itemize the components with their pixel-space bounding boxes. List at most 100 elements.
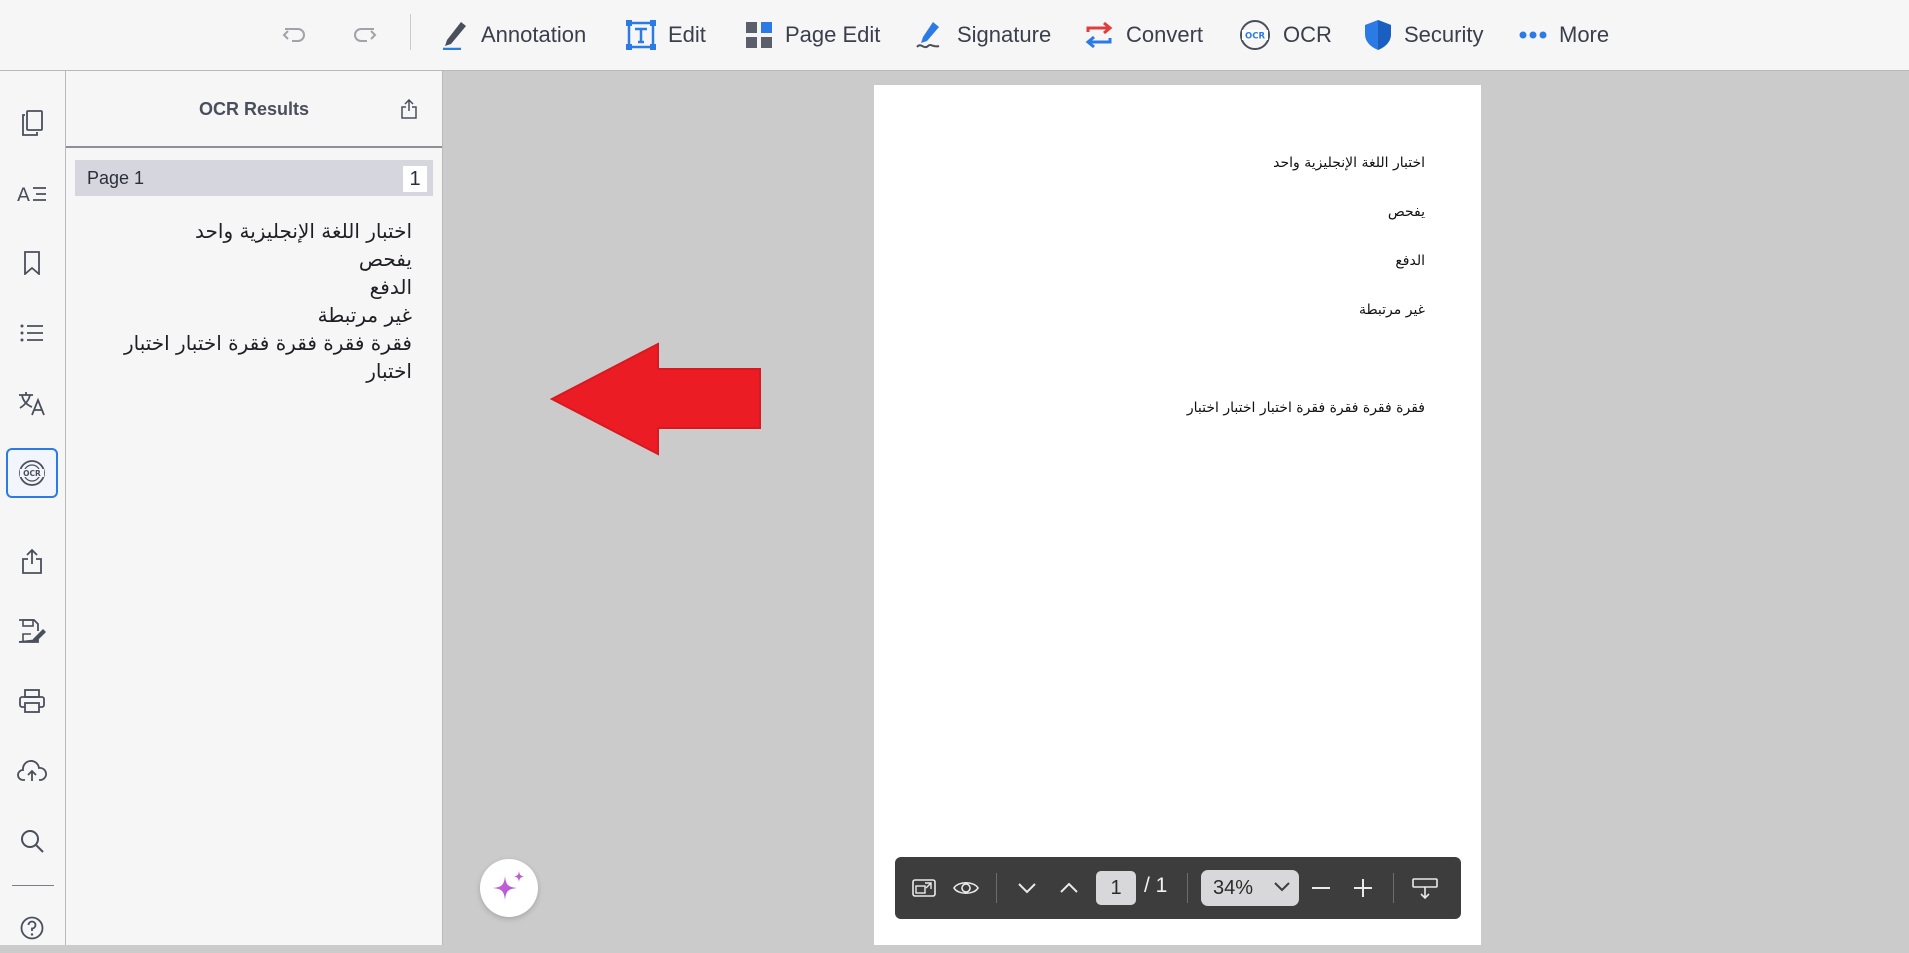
plus-icon bbox=[1354, 879, 1372, 897]
fit-screen-icon bbox=[912, 879, 936, 897]
ocr-label: OCR bbox=[1283, 22, 1332, 47]
document-text-line: غير مرتبطة bbox=[1358, 302, 1425, 318]
translate-icon bbox=[19, 392, 45, 416]
eye-icon bbox=[953, 881, 979, 895]
zoom-select[interactable]: 34% bbox=[1201, 870, 1299, 906]
rail-translate-button[interactable] bbox=[6, 378, 58, 428]
convert-icon bbox=[1085, 21, 1113, 49]
redo-button[interactable] bbox=[351, 0, 377, 70]
share-icon bbox=[22, 548, 42, 574]
page-grid-icon bbox=[746, 22, 772, 48]
left-icon-rail: A OCR bbox=[0, 71, 66, 945]
svg-text:A: A bbox=[17, 184, 30, 204]
more-dots-icon bbox=[1519, 31, 1547, 39]
view-control-bar: 1 / 1 34% bbox=[895, 857, 1461, 919]
ocr-text-line: غير مرتبطة bbox=[317, 303, 412, 327]
rail-cloud-button[interactable] bbox=[6, 746, 58, 796]
rail-pages-button[interactable] bbox=[6, 98, 58, 148]
viewbar-divider bbox=[1187, 873, 1188, 903]
export-results-button[interactable] bbox=[396, 96, 422, 122]
security-button[interactable]: Security bbox=[1364, 0, 1483, 70]
rail-outline-button[interactable] bbox=[6, 308, 58, 358]
rail-search-button[interactable] bbox=[6, 816, 58, 866]
help-icon bbox=[20, 916, 44, 940]
document-page[interactable]: اختبار اللغة الإنجليزية واحد يفحص الدفع … bbox=[874, 85, 1481, 945]
pen-icon bbox=[443, 22, 466, 50]
undo-button[interactable] bbox=[282, 0, 308, 70]
top-toolbar: Annotation Edit Page Edit Signature Conv… bbox=[0, 0, 1909, 71]
convert-label: Convert bbox=[1126, 22, 1204, 47]
redo-icon bbox=[354, 28, 377, 42]
annotation-button[interactable]: Annotation bbox=[441, 0, 586, 70]
signature-icon bbox=[916, 22, 940, 49]
rail-ocr-button[interactable]: OCR bbox=[6, 448, 58, 498]
panel-title: OCR Results bbox=[198, 99, 310, 119]
rail-share-button[interactable] bbox=[6, 536, 58, 586]
previous-page-button[interactable] bbox=[1051, 870, 1087, 906]
zoom-in-button[interactable] bbox=[1345, 870, 1381, 906]
edit-button[interactable]: Edit bbox=[626, 0, 706, 70]
shield-icon bbox=[1365, 20, 1391, 50]
ocr-icon: OCR bbox=[1240, 20, 1270, 50]
ocr-text-line: فقرة فقرة فقرة فقرة اختبار اختبار اختبار bbox=[123, 331, 412, 383]
signature-button[interactable]: Signature bbox=[915, 0, 1051, 70]
scroll-mode-icon bbox=[1412, 878, 1438, 900]
minus-icon bbox=[1312, 887, 1330, 889]
ocr-text-line: اختبار اللغة الإنجليزية واحد bbox=[195, 219, 412, 243]
edit-label: Edit bbox=[668, 22, 706, 47]
next-page-button[interactable] bbox=[1009, 870, 1045, 906]
ocr-results-panel: OCR Results Page 1 1 اختبار اللغة الإنجل… bbox=[66, 71, 443, 945]
bookmark-icon bbox=[24, 251, 40, 275]
sparkle-icon bbox=[493, 871, 524, 900]
chevron-up-icon bbox=[1060, 882, 1078, 893]
zoom-value: 34% bbox=[1213, 876, 1254, 899]
rail-help-button[interactable] bbox=[6, 903, 58, 953]
export-icon bbox=[401, 99, 417, 119]
rail-divider bbox=[12, 885, 54, 886]
rail-text-button[interactable]: A bbox=[6, 168, 58, 218]
document-text-line: اختبار اللغة الإنجليزية واحد bbox=[1273, 155, 1425, 171]
text-edit-icon bbox=[626, 20, 656, 50]
rail-bookmark-button[interactable] bbox=[6, 238, 58, 288]
rail-save-as-button[interactable] bbox=[6, 606, 58, 656]
ocr-icon: OCR bbox=[19, 460, 45, 486]
read-mode-button[interactable] bbox=[948, 870, 984, 906]
page-edit-button[interactable]: Page Edit bbox=[745, 0, 880, 70]
save-as-icon bbox=[18, 619, 46, 643]
page-result-header[interactable]: Page 1 1 bbox=[75, 160, 433, 196]
undo-icon bbox=[282, 28, 305, 42]
fit-page-button[interactable] bbox=[906, 870, 942, 906]
document-text-line: يفحص bbox=[1387, 204, 1425, 220]
document-text-line: الدفع bbox=[1395, 253, 1425, 269]
svg-text:OCR: OCR bbox=[23, 469, 41, 478]
panel-header: OCR Results bbox=[66, 71, 442, 148]
page-label: Page 1 bbox=[87, 167, 145, 188]
ocr-result-text[interactable]: اختبار اللغة الإنجليزية واحد يفحص الدفع … bbox=[86, 217, 412, 385]
page-number-badge: 1 bbox=[403, 166, 427, 192]
ocr-text-line: يفحص bbox=[358, 247, 412, 271]
ai-assistant-button[interactable] bbox=[480, 859, 538, 917]
page-number-input[interactable]: 1 bbox=[1096, 871, 1136, 905]
viewbar-divider bbox=[996, 873, 997, 903]
ocr-button[interactable]: OCR OCR bbox=[1239, 0, 1332, 70]
search-icon bbox=[21, 830, 44, 853]
more-label: More bbox=[1559, 22, 1610, 47]
scroll-mode-button[interactable] bbox=[1407, 870, 1443, 906]
pages-icon bbox=[22, 110, 43, 136]
viewbar-divider bbox=[1393, 873, 1394, 903]
cloud-upload-icon bbox=[17, 760, 47, 781]
rail-print-button[interactable] bbox=[6, 676, 58, 726]
red-arrow-annotation bbox=[550, 342, 761, 456]
zoom-out-button[interactable] bbox=[1303, 870, 1339, 906]
page-edit-label: Page Edit bbox=[785, 22, 881, 47]
chevron-down-icon bbox=[1018, 883, 1036, 894]
document-text-line: فقرة فقرة فقرة فقرة اختبار اختبار اختبار bbox=[1186, 400, 1425, 416]
annotation-label: Annotation bbox=[481, 22, 587, 47]
svg-text:OCR: OCR bbox=[1245, 32, 1265, 42]
convert-button[interactable]: Convert bbox=[1084, 0, 1203, 70]
text-recognition-icon: A bbox=[17, 184, 46, 204]
security-label: Security bbox=[1404, 22, 1484, 47]
more-button[interactable]: More bbox=[1519, 0, 1609, 70]
page-total: / 1 bbox=[1144, 874, 1168, 897]
signature-label: Signature bbox=[957, 22, 1052, 47]
